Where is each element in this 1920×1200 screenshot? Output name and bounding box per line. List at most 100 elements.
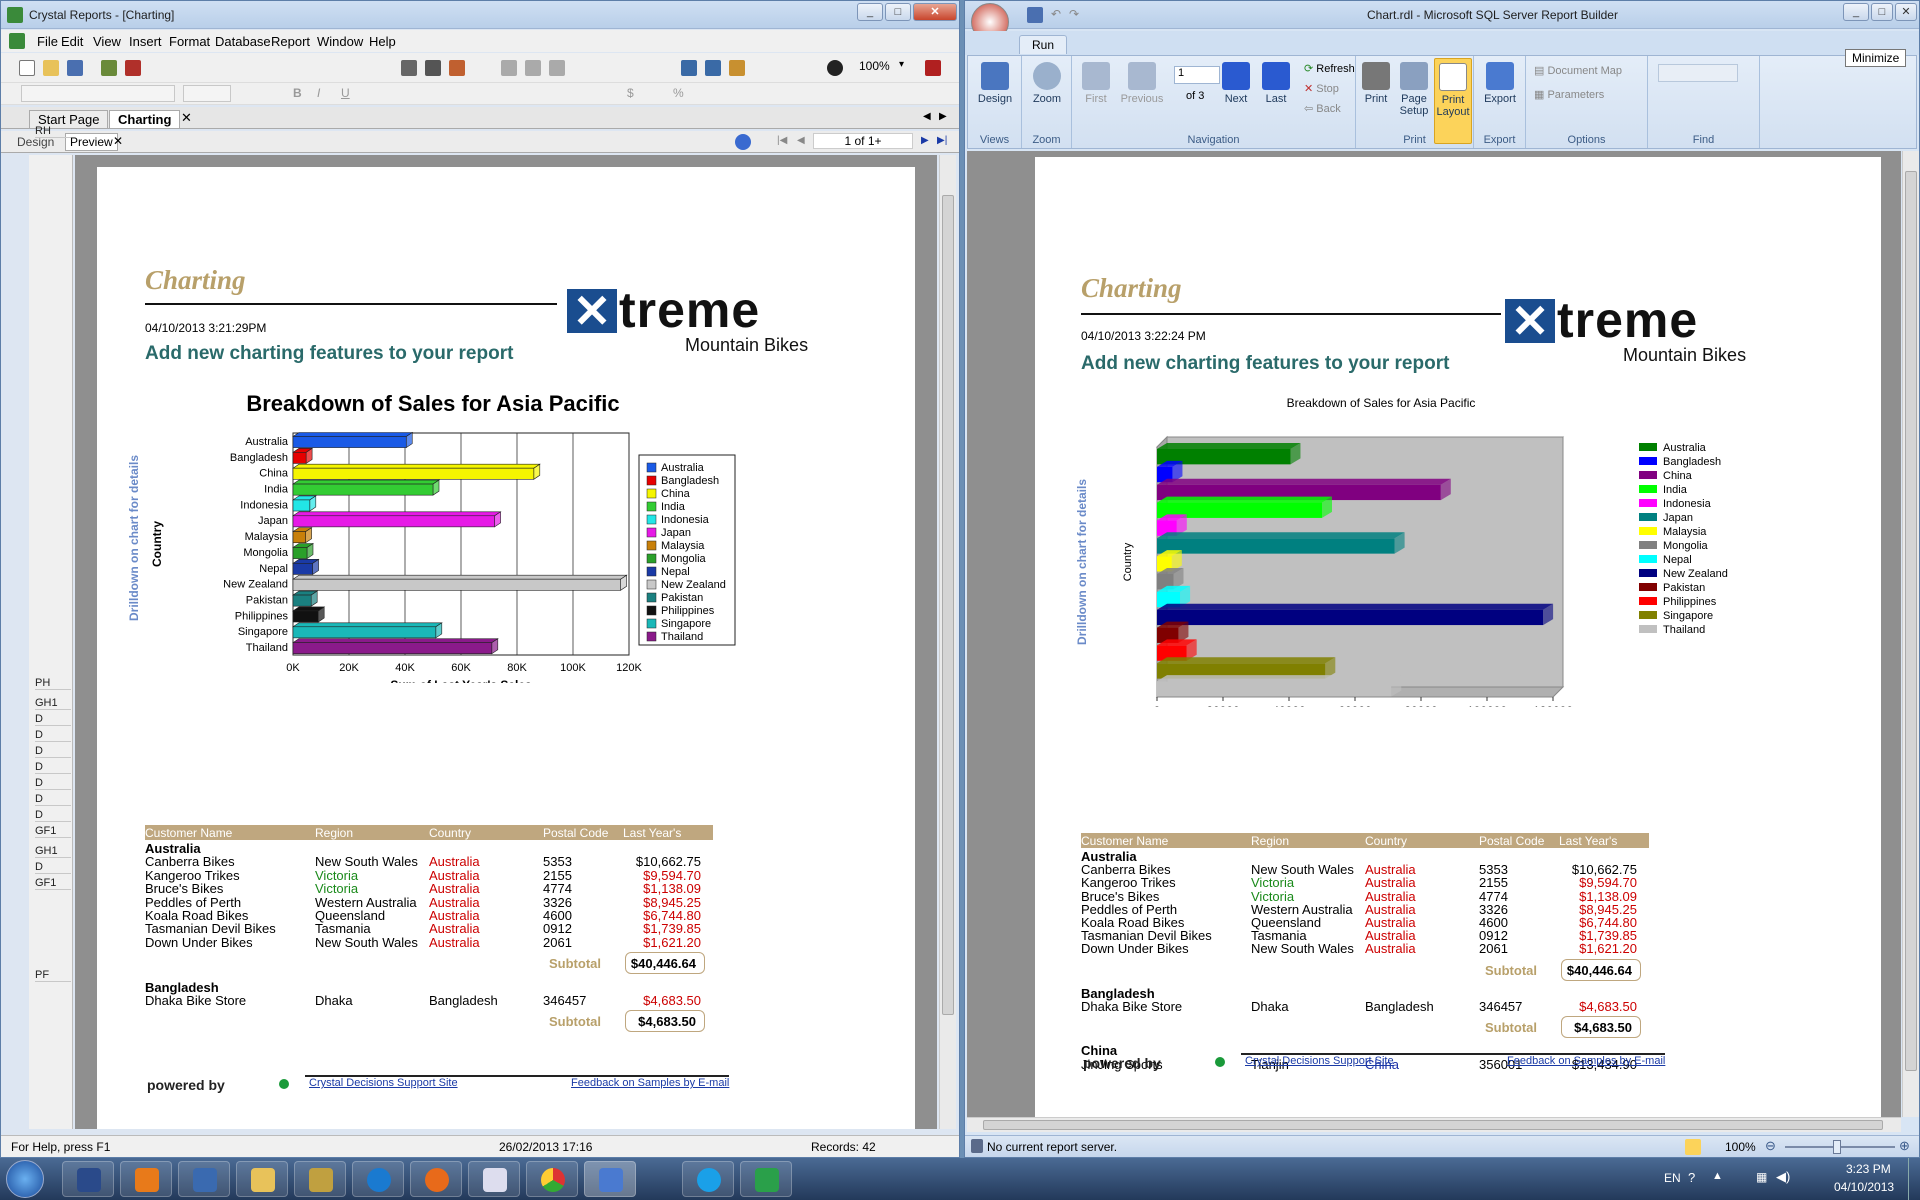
taskbar-chrome[interactable] xyxy=(526,1161,578,1197)
clock-date[interactable]: 04/10/2013 xyxy=(1834,1180,1894,1194)
start-button[interactable] xyxy=(6,1160,44,1198)
zoom-select[interactable]: 100% xyxy=(859,59,890,73)
bar[interactable] xyxy=(292,436,407,448)
stop-button[interactable]: ✕ Stop xyxy=(1304,82,1339,95)
taskbar-report-viewer[interactable] xyxy=(178,1161,230,1197)
page-number-field[interactable]: 1 of 1+ xyxy=(813,133,913,149)
zoom-dropdown-icon[interactable]: ▾ xyxy=(899,59,904,70)
print-icon[interactable] xyxy=(401,60,417,76)
feedback-link[interactable]: Feedback on Samples by E-mail xyxy=(571,1077,729,1089)
zoom-in-icon[interactable]: ⊕ xyxy=(1899,1138,1910,1154)
bar[interactable] xyxy=(292,515,495,528)
taskbar-firefox[interactable] xyxy=(410,1161,462,1197)
taskbar-explorer[interactable] xyxy=(236,1161,288,1197)
bar[interactable] xyxy=(292,452,307,464)
zoom-button[interactable]: Zoom xyxy=(1026,62,1068,105)
menu-format[interactable]: Format xyxy=(169,34,210,49)
undo-icon[interactable]: ↶ xyxy=(1051,7,1061,21)
taskbar-report-builder[interactable] xyxy=(584,1161,636,1197)
export-button[interactable]: Export xyxy=(1478,62,1522,105)
support-site-link[interactable]: Crystal Decisions Support Site xyxy=(309,1077,458,1089)
chart-icon[interactable] xyxy=(101,60,117,76)
find-icon[interactable] xyxy=(827,60,843,76)
first-page-icon[interactable]: |◀ xyxy=(777,135,787,146)
show-hidden-icon[interactable]: ▲ xyxy=(1712,1170,1723,1182)
previous-button[interactable]: Previous xyxy=(1118,62,1166,105)
design-button[interactable]: Design xyxy=(972,62,1018,105)
rb-scroll-thumb[interactable] xyxy=(1905,171,1917,1071)
bar[interactable] xyxy=(292,483,434,496)
bar[interactable] xyxy=(292,610,319,623)
zoom-slider-thumb[interactable] xyxy=(1833,1140,1841,1154)
page-input[interactable]: 1 xyxy=(1174,66,1220,84)
zoom-out-icon[interactable]: ⊖ xyxy=(1765,1138,1776,1154)
rb-vertical-scrollbar[interactable] xyxy=(1902,151,1919,1117)
print-layout-button[interactable]: Print Layout xyxy=(1434,58,1472,144)
tab-preview[interactable]: Preview xyxy=(65,133,118,151)
crystal-close-button[interactable]: ✕ xyxy=(913,3,957,21)
menu-help[interactable]: Help xyxy=(369,34,396,49)
open-icon[interactable] xyxy=(43,60,59,76)
taskbar-media-player[interactable] xyxy=(120,1161,172,1197)
insert-icon[interactable] xyxy=(125,60,141,76)
taskbar-app[interactable] xyxy=(740,1161,792,1197)
taskbar-skype[interactable] xyxy=(682,1161,734,1197)
taskbar-tool[interactable] xyxy=(294,1161,346,1197)
taskbar-internet-explorer[interactable] xyxy=(352,1161,404,1197)
close-tab-icon[interactable]: ✕ xyxy=(181,110,192,126)
currency-icon[interactable]: $ xyxy=(627,86,634,100)
italic-icon[interactable]: I xyxy=(317,86,320,100)
find-input[interactable] xyxy=(1658,64,1738,82)
bar[interactable] xyxy=(292,563,313,575)
page-setup-button[interactable]: Page Setup xyxy=(1396,62,1432,117)
bar[interactable] xyxy=(292,642,493,655)
show-desktop-button[interactable] xyxy=(1908,1158,1920,1200)
rb-hscroll-thumb[interactable] xyxy=(983,1120,1883,1130)
rb-close-button[interactable]: ✕ xyxy=(1895,3,1917,21)
bar[interactable] xyxy=(292,578,621,591)
taskbar-crystal-reports[interactable] xyxy=(62,1161,114,1197)
tab-run[interactable]: Run xyxy=(1019,35,1068,54)
last-button[interactable]: Last xyxy=(1256,62,1296,105)
tab-scroll-right-icon[interactable]: ▶ xyxy=(939,111,947,122)
print-button[interactable]: Print xyxy=(1358,62,1394,105)
bar[interactable] xyxy=(292,547,308,559)
field-explorer-icon[interactable] xyxy=(681,60,697,76)
menu-insert[interactable]: Insert xyxy=(129,34,162,49)
save-icon[interactable] xyxy=(67,60,83,76)
support-site-link[interactable]: Crystal Decisions Support Site xyxy=(1245,1055,1394,1067)
crystal-bar-chart[interactable]: Breakdown of Sales for Asia Pacific 0K 20K… xyxy=(133,383,793,683)
bar[interactable] xyxy=(292,594,312,607)
bar[interactable] xyxy=(292,467,535,480)
scroll-thumb[interactable] xyxy=(942,195,954,1015)
next-button[interactable]: Next xyxy=(1216,62,1256,105)
print-preview-icon[interactable] xyxy=(425,60,441,76)
rb-minimize-button[interactable]: _ xyxy=(1843,3,1869,21)
bar[interactable] xyxy=(292,626,437,639)
rb-bar[interactable] xyxy=(1157,538,1395,554)
last-page-icon[interactable]: ▶| xyxy=(937,135,947,146)
tab-scroll-left-icon[interactable]: ◀ xyxy=(923,111,931,122)
clock-time[interactable]: 3:23 PM xyxy=(1846,1162,1891,1176)
parameters-button[interactable]: ▦ Parameters xyxy=(1534,88,1604,101)
font-name-select[interactable] xyxy=(21,85,175,102)
refresh-button[interactable]: ⟳ Refresh xyxy=(1304,62,1355,75)
volume-icon[interactable]: ◀) xyxy=(1776,1169,1790,1185)
menu-edit[interactable]: Edit xyxy=(61,34,83,49)
print-layout-status-icon[interactable] xyxy=(1685,1139,1701,1155)
rb-maximize-button[interactable]: □ xyxy=(1871,3,1893,21)
underline-icon[interactable]: U xyxy=(341,86,350,100)
quick-save-icon[interactable] xyxy=(1027,7,1043,23)
feedback-link[interactable]: Feedback on Samples by E-mail xyxy=(1507,1055,1665,1067)
back-button[interactable]: ⇦ Back xyxy=(1304,102,1341,115)
copy-icon[interactable] xyxy=(525,60,541,76)
menu-file[interactable]: File xyxy=(37,34,58,49)
rb-bar[interactable] xyxy=(1157,681,1392,697)
help-icon[interactable] xyxy=(925,60,941,76)
rb-bar[interactable] xyxy=(1157,609,1544,626)
tab-charting[interactable]: Charting xyxy=(109,110,181,128)
bar[interactable] xyxy=(292,531,306,544)
prev-page-icon[interactable]: ◀ xyxy=(797,135,805,146)
network-icon[interactable]: ▦ xyxy=(1756,1170,1767,1184)
menu-report[interactable]: Report xyxy=(271,34,310,49)
